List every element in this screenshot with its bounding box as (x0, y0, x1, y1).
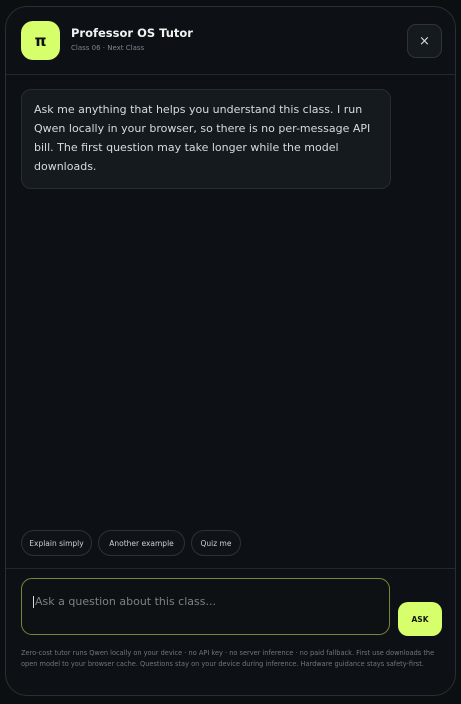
question-input-placeholder: Ask a question about this class... (35, 595, 216, 608)
suggestion-another-example[interactable]: Another example (98, 530, 185, 556)
ask-button[interactable]: ASK (398, 602, 442, 636)
text-caret (33, 595, 34, 608)
divider (6, 568, 455, 569)
question-input[interactable]: Ask a question about this class... (21, 578, 390, 635)
footer-note: Zero-cost tutor runs Qwen locally on you… (21, 649, 435, 668)
tutor-message: Ask me anything that helps you understan… (21, 89, 391, 189)
tutor-panel: π Professor OS Tutor Class 06 · Next Cla… (5, 6, 456, 696)
suggestion-explain-simply[interactable]: Explain simply (21, 530, 92, 556)
pi-icon: π (21, 21, 60, 60)
page-title: Professor OS Tutor (71, 26, 193, 40)
close-icon: × (419, 33, 430, 49)
header: π Professor OS Tutor Class 06 · Next Cla… (6, 7, 455, 75)
close-button[interactable]: × (407, 24, 442, 58)
class-subtitle: Class 06 · Next Class (71, 44, 145, 52)
suggestion-quiz-me[interactable]: Quiz me (191, 530, 241, 556)
